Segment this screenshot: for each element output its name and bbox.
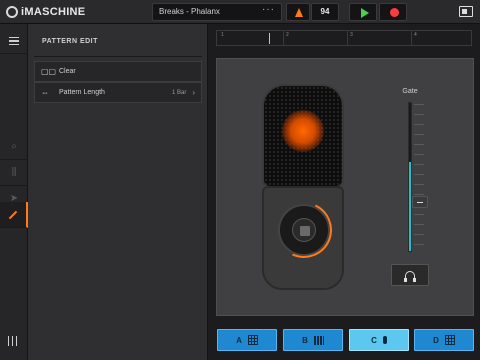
levels-icon: ⫼ xyxy=(11,167,17,178)
pencil-icon xyxy=(8,210,18,219)
gate-slider-track[interactable] xyxy=(408,102,412,252)
panel-title: PATTERN EDIT xyxy=(42,38,98,45)
app-logo: iMASCHINE xyxy=(6,4,85,20)
group-d-button[interactable]: D xyxy=(414,329,474,351)
tempo-display[interactable]: 94 xyxy=(311,3,339,21)
group-a-button[interactable]: A xyxy=(217,329,277,351)
timeline-divider xyxy=(283,31,284,45)
gate-label: Gate xyxy=(402,88,418,95)
timeline-divider xyxy=(347,31,348,45)
record-dial-inner xyxy=(292,218,316,242)
headphone-icon xyxy=(404,270,416,282)
metronome-icon xyxy=(295,8,303,17)
gate-scale xyxy=(414,104,424,250)
top-bar: iMASCHINE Breaks - Phalanx ··· 94 xyxy=(0,0,480,24)
play-icon xyxy=(361,8,369,18)
gate-level-fill xyxy=(409,162,411,251)
left-rail: ⌕ ⫼ ➤ xyxy=(0,24,28,360)
pattern-length-value: 1 Bar xyxy=(171,89,187,96)
pattern-length-label: Pattern Length xyxy=(59,89,105,96)
record-dial-button[interactable] xyxy=(268,194,340,266)
timeline-divider xyxy=(411,31,412,45)
pad-grid-icon xyxy=(247,335,258,345)
hamburger-icon xyxy=(9,36,19,45)
monitor-button[interactable] xyxy=(391,264,429,286)
timeline-ruler[interactable]: 1 2 3 4 xyxy=(216,30,472,46)
keyboard-icon xyxy=(313,335,324,345)
rail-mix-button[interactable]: ⫼ xyxy=(0,160,28,186)
menu-button[interactable] xyxy=(0,28,28,54)
microphone-icon xyxy=(382,336,387,344)
group-label: D xyxy=(433,335,439,345)
group-label: B xyxy=(302,335,308,345)
logo-text: iMASCHINE xyxy=(21,6,86,18)
metronome-button[interactable] xyxy=(286,3,310,21)
recording-area xyxy=(216,58,474,316)
search-icon: ⌕ xyxy=(11,141,17,152)
timeline-marker: 2 xyxy=(286,32,289,38)
microphone-head xyxy=(262,84,344,188)
project-name: Breaks - Phalanx xyxy=(159,7,220,16)
clear-label: Clear xyxy=(59,68,76,75)
project-selector[interactable]: Breaks - Phalanx ··· xyxy=(152,3,282,21)
rail-edit-button[interactable] xyxy=(0,202,28,228)
stop-icon xyxy=(300,226,310,236)
logo-ring-icon xyxy=(6,6,18,18)
play-button[interactable] xyxy=(349,3,377,21)
clear-icon: ▢▢ xyxy=(41,67,57,76)
pattern-length-row[interactable]: ⇔ Pattern Length 1 Bar › xyxy=(34,82,202,103)
chevron-right-icon: › xyxy=(192,88,195,97)
playhead[interactable] xyxy=(269,33,270,44)
group-label: C xyxy=(371,335,377,345)
divider xyxy=(34,56,202,57)
microphone-body xyxy=(262,186,344,290)
timeline-marker: 1 xyxy=(221,32,224,38)
length-arrows-icon: ⇔ xyxy=(41,88,49,97)
record-icon xyxy=(390,8,399,17)
pad-grid-icon xyxy=(444,335,455,345)
screen-switch-icon[interactable] xyxy=(459,6,473,17)
input-level-glow xyxy=(282,110,324,152)
gate-slider-knob[interactable] xyxy=(412,196,428,208)
timeline-marker: 3 xyxy=(350,32,353,38)
pattern-edit-panel: PATTERN EDIT ▢▢ Clear ⇔ Pattern Length 1… xyxy=(28,24,208,360)
mixer-icon[interactable] xyxy=(8,336,20,346)
more-options-button[interactable]: ··· xyxy=(262,4,275,15)
timeline-marker: 4 xyxy=(414,32,417,38)
rail-browse-button[interactable]: ⌕ xyxy=(0,134,28,160)
group-c-button[interactable]: C xyxy=(349,329,409,351)
group-label: A xyxy=(236,335,242,345)
record-button[interactable] xyxy=(379,3,407,21)
group-b-button[interactable]: B xyxy=(283,329,343,351)
clear-row[interactable]: ▢▢ Clear xyxy=(34,61,202,82)
